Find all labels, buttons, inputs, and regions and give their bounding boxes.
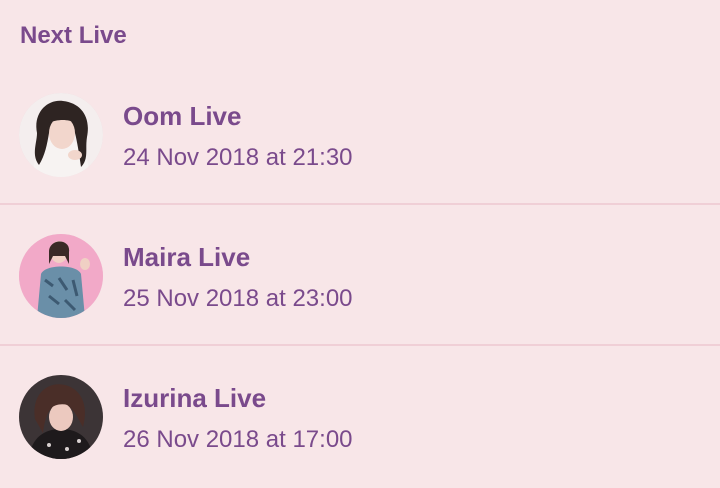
live-item-izurina[interactable]: Izurina Live 26 Nov 2018 at 17:00 (0, 346, 720, 487)
avatar-oom (19, 93, 103, 177)
live-name: Izurina Live (123, 383, 267, 413)
live-time: 25 Nov 2018 at 23:00 (123, 285, 353, 312)
live-time: 26 Nov 2018 at 17:00 (123, 426, 353, 453)
live-item-maira[interactable]: Maira Live 25 Nov 2018 at 23:00 (0, 205, 720, 346)
avatar-photo-izurina (19, 375, 103, 459)
section-title: Next Live (20, 22, 127, 49)
live-time: 24 Nov 2018 at 21:30 (123, 144, 353, 171)
live-list: Oom Live 24 Nov 2018 at 21:30 Maira Live… (0, 64, 720, 487)
live-item-oom[interactable]: Oom Live 24 Nov 2018 at 21:30 (0, 64, 720, 205)
avatar-izurina (19, 375, 103, 459)
live-name: Maira Live (123, 242, 251, 272)
live-name: Oom Live (123, 101, 242, 131)
avatar-maira (19, 234, 103, 318)
avatar-photo-maira (19, 234, 103, 318)
avatar-photo-oom (19, 93, 103, 177)
